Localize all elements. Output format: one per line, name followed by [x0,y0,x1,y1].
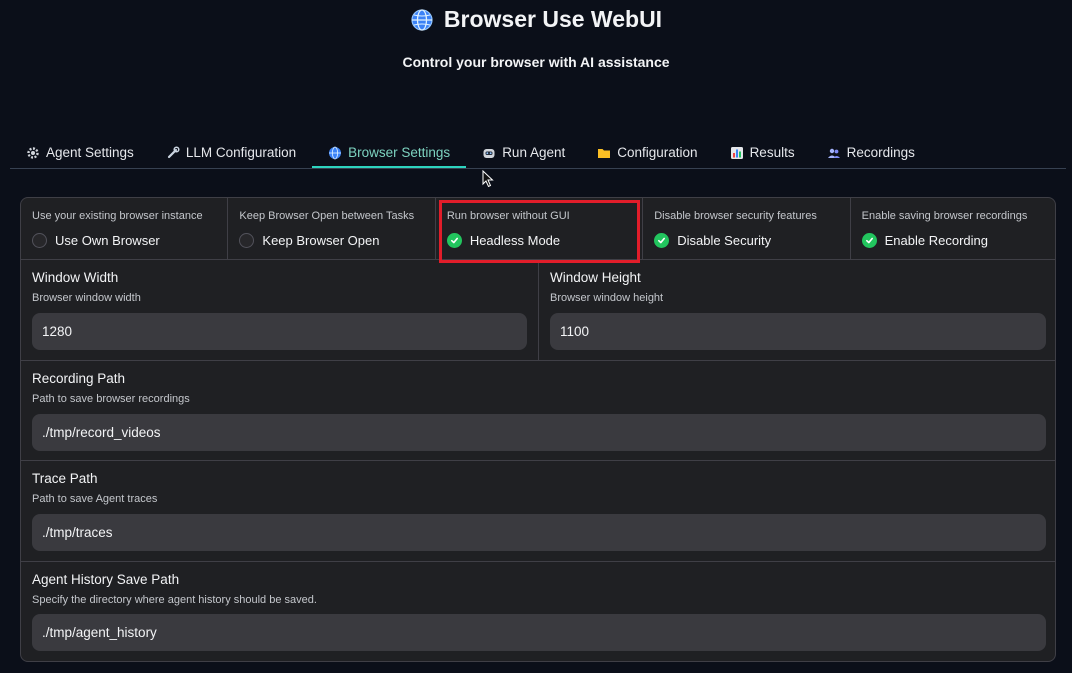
headless-mode-option[interactable]: Run browser without GUI Headless Mode [436,198,644,259]
tab-configuration[interactable]: Configuration [581,140,713,168]
keep-browser-open-checkbox[interactable] [239,233,255,248]
headless-mode-checkbox[interactable] [446,233,462,248]
field-label: Agent History Save Path [32,572,180,587]
tab-bar: Agent Settings LLM Configuration Browser… [10,140,1066,169]
checkbox-info: Disable browser security features [654,210,817,222]
tab-label: Configuration [617,145,698,160]
folder-icon [597,146,611,160]
checkbox-label[interactable]: Enable Recording [885,233,988,248]
field-info: Path to save browser recordings [32,393,190,405]
history-path-field: Agent History Save Path Specify the dire… [21,562,1055,661]
people-icon [827,146,841,160]
disable-security-checkbox[interactable] [654,233,670,248]
bar-chart-icon [730,146,744,160]
check-icon [865,237,873,244]
subtitle: Control your browser with AI assistance [402,54,670,70]
checkbox-label[interactable]: Use Own Browser [55,233,160,248]
page-title: Browser Use WebUI [0,6,1072,33]
window-height-field: Window Height Browser window height 1100 [539,260,1055,360]
check-icon [450,237,458,244]
wrench-icon [166,146,180,160]
tab-label: Run Agent [502,145,566,160]
field-label: Window Height [550,270,641,285]
window-size-row: Window Width Browser window width 1280 W… [21,260,1055,361]
tab-label: Agent Settings [46,145,134,160]
tab-recordings[interactable]: Recordings [811,140,931,168]
tab-agent-settings[interactable]: Agent Settings [10,140,150,168]
check-icon [658,237,666,244]
checkbox-row: Use your existing browser instance Use O… [21,198,1055,260]
field-label: Trace Path [32,471,98,486]
globe-icon [410,8,434,32]
enable-recording-checkbox[interactable] [861,233,877,248]
tab-run-agent[interactable]: Run Agent [466,140,581,168]
checkbox-info: Run browser without GUI [446,210,570,222]
tab-label: Recordings [846,145,915,160]
disable-security-option[interactable]: Disable browser security features Disabl… [643,198,851,259]
trace-path-field: Trace Path Path to save Agent traces ./t… [21,461,1055,561]
recording-path-field: Recording Path Path to save browser reco… [21,361,1055,460]
tab-browser-settings[interactable]: Browser Settings [312,140,467,168]
field-info: Browser window width [32,292,141,304]
window-height-input[interactable]: 1100 [550,313,1046,350]
mouse-cursor-icon [482,169,494,188]
checkbox-info: Keep Browser Open between Tasks [239,210,415,222]
globe-icon [328,146,342,160]
history-path-row: Agent History Save Path Specify the dire… [21,562,1055,661]
use-own-browser-checkbox[interactable] [32,233,47,248]
title-text: Browser Use WebUI [443,6,663,32]
checkbox-label[interactable]: Headless Mode [470,233,560,248]
keep-browser-open-option[interactable]: Keep Browser Open between Tasks Keep Bro… [228,198,436,259]
window-width-field: Window Width Browser window width 1280 [21,260,538,360]
tab-label: Results [749,145,795,160]
field-label: Window Width [32,270,119,285]
gear-icon [26,146,40,160]
field-info: Path to save Agent traces [32,493,158,505]
field-info: Specify the directory where agent histor… [32,594,317,606]
trace-path-input[interactable]: ./tmp/traces [32,514,1046,551]
checkbox-label[interactable]: Disable Security [677,233,771,248]
enable-recording-option[interactable]: Enable saving browser recordings Enable … [851,198,1055,259]
checkbox-label[interactable]: Keep Browser Open [262,233,379,248]
use-own-browser-option[interactable]: Use your existing browser instance Use O… [21,198,229,259]
tab-label: Browser Settings [348,145,451,160]
trace-path-row: Trace Path Path to save Agent traces ./t… [21,461,1055,562]
history-path-input[interactable]: ./tmp/agent_history [32,614,1046,651]
field-info: Browser window height [550,292,664,304]
robot-icon [482,146,496,160]
tab-results[interactable]: Results [714,140,811,168]
checkbox-info: Enable saving browser recordings [861,210,1028,222]
recording-path-input[interactable]: ./tmp/record_videos [32,414,1046,451]
tab-llm-configuration[interactable]: LLM Configuration [150,140,312,168]
tab-label: LLM Configuration [185,145,297,160]
browser-settings-panel: Use your existing browser instance Use O… [20,197,1056,662]
field-label: Recording Path [32,371,126,386]
window-width-input[interactable]: 1280 [32,313,527,350]
recording-path-row: Recording Path Path to save browser reco… [21,361,1055,461]
checkbox-info: Use your existing browser instance [32,210,203,222]
